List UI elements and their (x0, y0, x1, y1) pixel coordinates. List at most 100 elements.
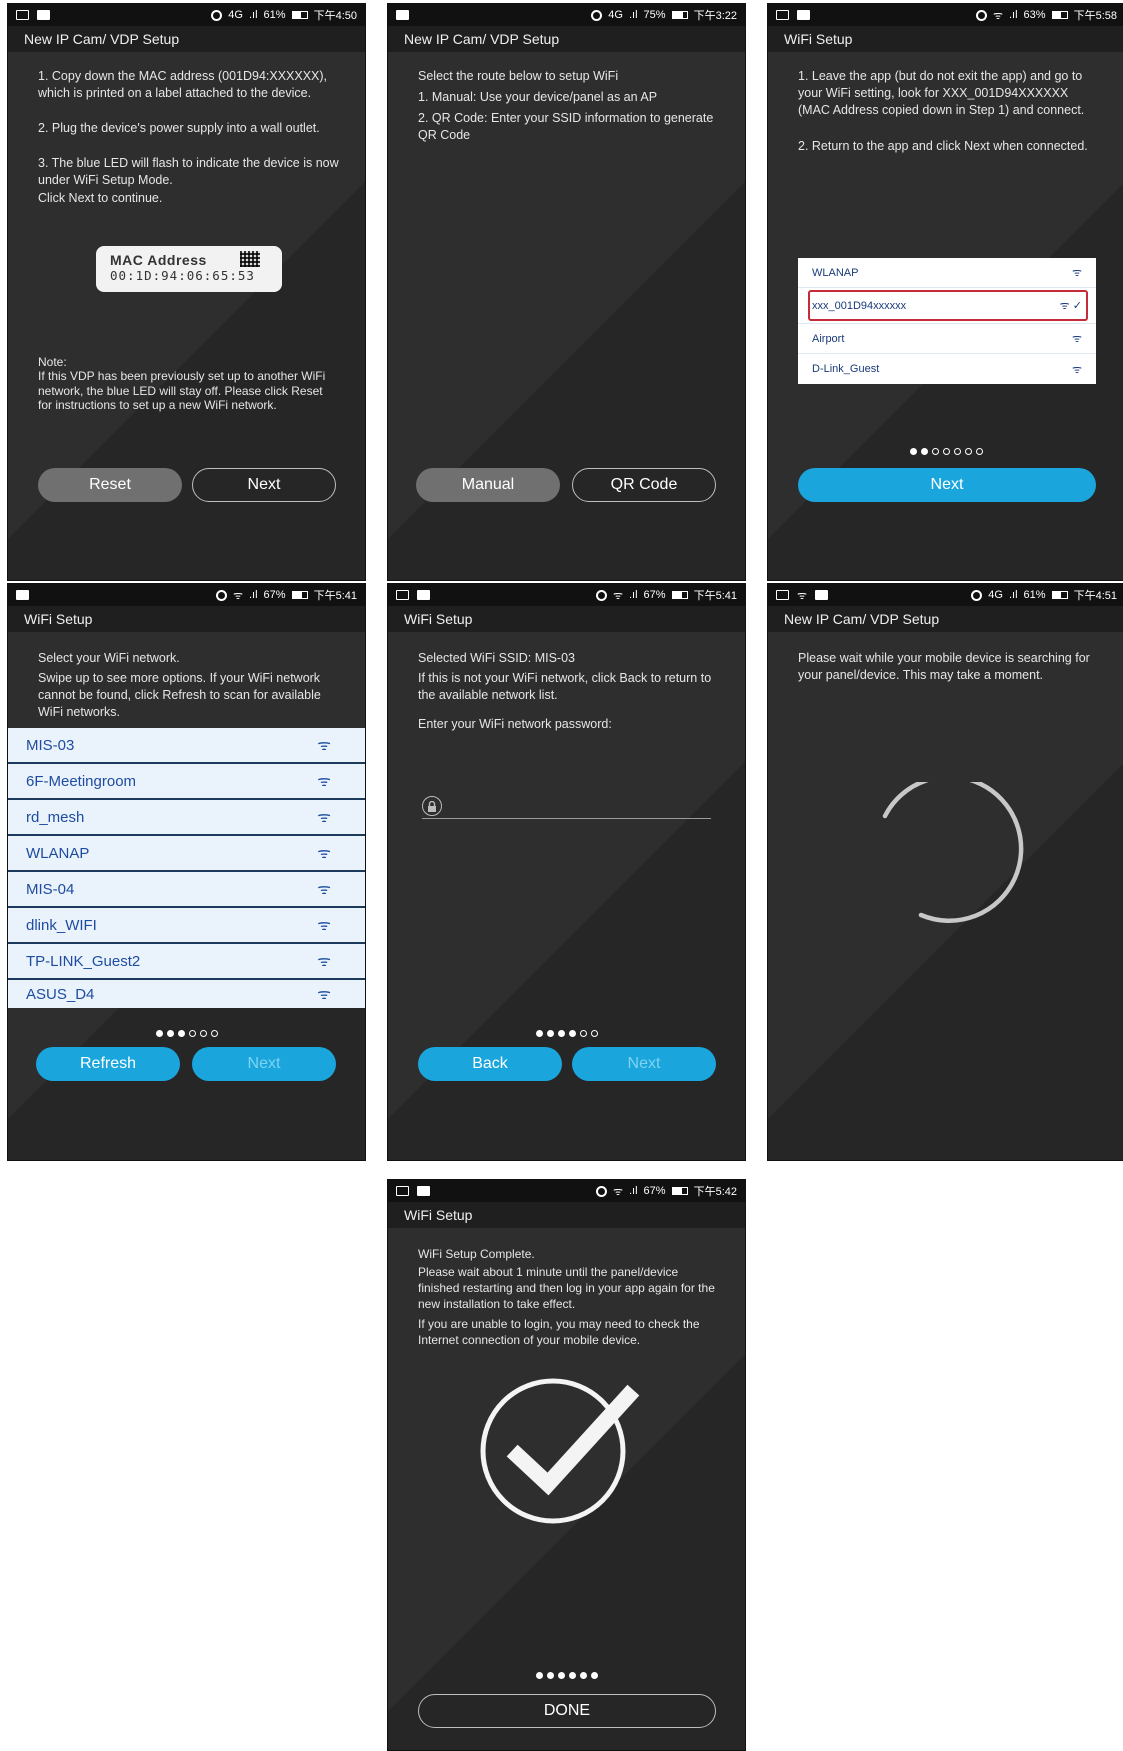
clock: 下午5:41 (693, 590, 737, 602)
network-name: rd_mesh (26, 808, 85, 826)
content-area: 1. Copy down the MAC address (001D94:XXX… (8, 52, 365, 580)
status-bar: ᯤ .ıl 67% 下午5:42 (388, 1180, 745, 1202)
password-prompt: Enter your WiFi network password: (418, 717, 612, 731)
image-icon (815, 590, 829, 600)
page-indicator (388, 1668, 745, 1682)
instruction-2: Swipe up to see more options. If your Wi… (38, 671, 321, 719)
network-name: MIS-04 (26, 880, 75, 898)
network-item[interactable]: MIS-03 ᯤ (8, 728, 365, 764)
image-icon (797, 10, 810, 20)
wifi-row: D-Link_Guest ᯤ (798, 354, 1096, 384)
status-bar: ᯤ .ıl 63% 下午5:58 (768, 4, 1123, 26)
network-name: MIS-03 (26, 736, 75, 754)
network-item[interactable]: WLANAP ᯤ (8, 836, 365, 872)
battery-percent: 75% (643, 9, 666, 21)
wifi-icon: ᯤ (317, 953, 331, 970)
image-icon (417, 1186, 430, 1196)
next-button[interactable]: Next (192, 468, 336, 502)
network-name: ASUS_D4 (26, 985, 95, 1003)
status-bar: ᯤ 4G .ıl 61% 下午4:51 (768, 584, 1123, 606)
wifi-status-icon: ᯤ (612, 589, 623, 602)
battery-percent: 61% (263, 9, 286, 21)
sync-icon (591, 9, 603, 21)
battery-percent: 63% (1023, 9, 1046, 21)
clock: 下午5:58 (1073, 10, 1117, 22)
content-area: 1. Leave the app (but do not exit the ap… (768, 52, 1123, 580)
network-item[interactable]: rd_mesh ᯤ (8, 800, 365, 836)
instruction-4: Click Next to continue. (38, 191, 163, 205)
qr-code-icon (240, 251, 260, 267)
refresh-button[interactable]: Refresh (36, 1047, 180, 1081)
sync-icon (595, 589, 607, 601)
wifi-icon: ᯤ (1071, 333, 1082, 345)
signal-label: 4G (228, 9, 243, 21)
instruction-1: Select your WiFi network. (38, 651, 180, 665)
page-indicator (8, 1026, 365, 1040)
wifi-icon: ᯤ (317, 737, 331, 754)
wifi-icon: ᯤ (317, 773, 331, 790)
network-item[interactable]: ASUS_D4 ᯤ (8, 980, 365, 1008)
login-help-message: If you are unable to login, you may need… (418, 1317, 700, 1347)
done-button[interactable]: DONE (418, 1694, 716, 1728)
instruction-2: 1. Manual: Use your device/panel as an A… (418, 90, 658, 104)
signal-icon: .ıl (628, 589, 638, 601)
screen-2-route-select: 4G .ıl 75% 下午3:22 New IP Cam/ VDP Setup … (387, 3, 746, 581)
instruction-1: Select the route below to setup WiFi (418, 69, 619, 83)
page-title: New IP Cam/ VDP Setup (8, 26, 365, 52)
page-title: WiFi Setup (388, 606, 745, 632)
next-button[interactable]: Next (798, 468, 1096, 502)
signal-icon: .ıl (628, 9, 638, 21)
network-item[interactable]: 6F-Meetingroom ᯤ (8, 764, 365, 800)
image-icon (16, 590, 29, 600)
complete-heading: WiFi Setup Complete. (418, 1247, 535, 1261)
network-name: Airport (812, 332, 845, 345)
image-icon (37, 10, 50, 20)
wifi-icon: ᯤ (317, 986, 331, 1003)
instruction-back: If this is not your WiFi network, click … (418, 671, 712, 702)
screen-5-enter-password: ᯤ .ıl 67% 下午5:41 WiFi Setup Selected WiF… (387, 583, 746, 1161)
highlight-box (808, 290, 1088, 321)
next-button[interactable]: Next (192, 1047, 336, 1081)
signal-icon: .ıl (628, 1185, 638, 1197)
qr-code-button[interactable]: QR Code (572, 468, 716, 502)
network-item[interactable]: TP-LINK_Guest2 ᯤ (8, 944, 365, 980)
mail-icon (396, 590, 409, 600)
sync-icon (215, 589, 227, 601)
reset-button[interactable]: Reset (38, 468, 182, 502)
back-button[interactable]: Back (418, 1047, 562, 1081)
battery-icon (671, 11, 688, 19)
next-button[interactable]: Next (572, 1047, 716, 1081)
wifi-row: Airport ᯤ (798, 324, 1096, 354)
clock: 下午4:50 (313, 10, 357, 22)
sync-icon (975, 9, 987, 21)
manual-button[interactable]: Manual (416, 468, 560, 502)
wifi-row: WLANAP ᯤ (798, 258, 1096, 288)
screen-7-setup-complete: ᯤ .ıl 67% 下午5:42 WiFi Setup WiFi Setup C… (387, 1179, 746, 1751)
wifi-icon: ᯤ (317, 845, 331, 862)
status-bar: ᯤ .ıl 67% 下午5:41 (8, 584, 365, 606)
network-item[interactable]: MIS-04 ᯤ (8, 872, 365, 908)
instruction-3: 2. QR Code: Enter your SSID information … (418, 111, 714, 142)
page-title: WiFi Setup (768, 26, 1123, 52)
battery-icon (671, 1187, 688, 1195)
content-area: Select your WiFi network. Swipe up to se… (8, 632, 365, 1160)
battery-icon (291, 11, 308, 19)
battery-percent: 61% (1023, 589, 1046, 601)
content-area: Select the route below to setup WiFi 1. … (388, 52, 745, 580)
wifi-network-list[interactable]: MIS-03 ᯤ 6F-Meetingroom ᯤ rd_mesh ᯤ WLANAP ᯤ… (8, 728, 365, 1008)
password-field[interactable] (422, 794, 711, 819)
note-title: Note: (38, 355, 67, 369)
network-name: dlink_WIFI (26, 916, 97, 934)
network-item[interactable]: dlink_WIFI ᯤ (8, 908, 365, 944)
wifi-status-icon: ᯤ (992, 9, 1003, 22)
signal-label: 4G (608, 9, 623, 21)
content-area: Selected WiFi SSID: MIS-03 If this is no… (388, 632, 745, 1160)
status-bar: 4G .ıl 61% 下午4:50 (8, 4, 365, 26)
content-area: Please wait while your mobile device is … (768, 632, 1123, 1160)
network-name: D-Link_Guest (812, 363, 880, 375)
signal-icon: .ıl (1008, 9, 1018, 21)
checkmark-icon (480, 1378, 640, 1524)
wifi-status-icon: ᯤ (232, 589, 243, 602)
status-bar: 4G .ıl 75% 下午3:22 (388, 4, 745, 26)
battery-percent: 67% (643, 589, 666, 601)
